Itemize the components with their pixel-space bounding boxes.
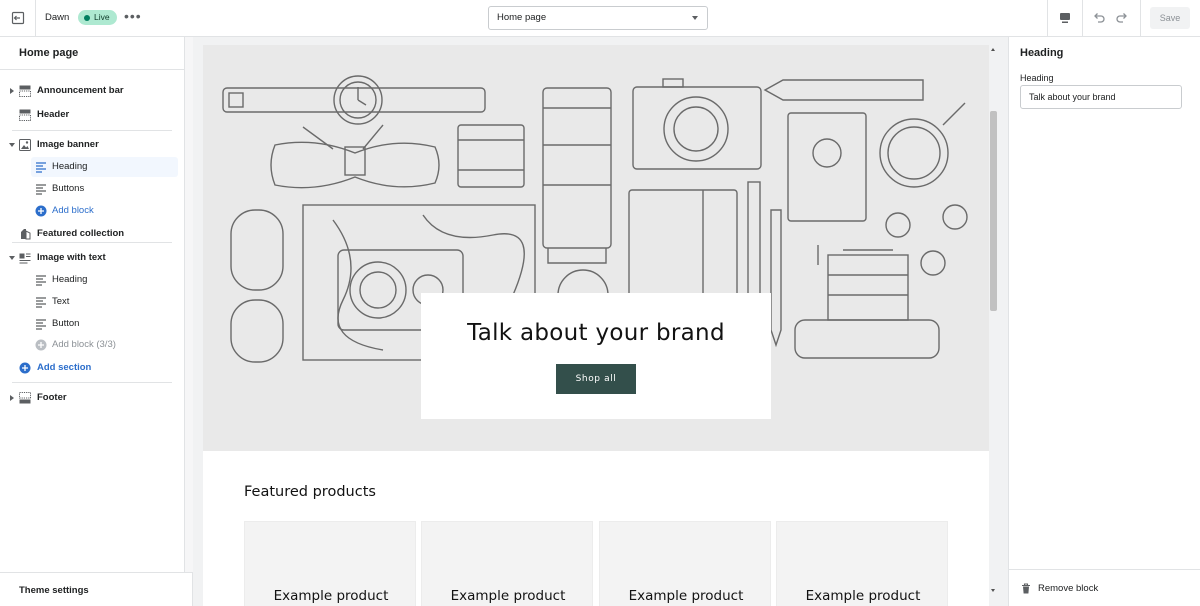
block-label: Text xyxy=(52,296,70,307)
block-label: Buttons xyxy=(52,183,85,194)
section-label: Header xyxy=(37,109,70,120)
sidebar-scrollbar[interactable] xyxy=(184,37,193,572)
text-lines-icon xyxy=(36,319,46,330)
section-image-with-text[interactable]: Image with text xyxy=(0,248,184,268)
product-card[interactable]: Example product xyxy=(599,521,771,606)
desktop-preview-button[interactable] xyxy=(1056,9,1074,27)
text-lines-icon xyxy=(36,162,46,173)
chevron-right-icon[interactable] xyxy=(10,395,14,401)
block-label: Heading xyxy=(52,274,88,285)
divider xyxy=(12,382,172,383)
plus-circle-icon xyxy=(19,362,31,374)
banner-heading[interactable]: Talk about your brand xyxy=(421,320,771,346)
add-block-button[interactable]: Add block xyxy=(0,201,184,221)
remove-block-button[interactable]: Remove block xyxy=(1009,569,1200,606)
product-title: Example product xyxy=(450,588,566,604)
exit-icon xyxy=(11,11,24,25)
block-iwt-button[interactable]: Button xyxy=(0,314,184,334)
undo-button[interactable] xyxy=(1090,9,1108,27)
exit-button[interactable] xyxy=(0,0,36,36)
image-banner[interactable]: Talk about your brand Shop all xyxy=(203,45,989,451)
block-label: Heading xyxy=(52,161,88,172)
divider xyxy=(1082,0,1083,36)
page-selector-value: Home page xyxy=(497,12,547,23)
add-block-button-disabled: Add block (3/3) xyxy=(0,335,184,355)
heading-field-label: Heading xyxy=(1020,73,1054,83)
redo-button[interactable] xyxy=(1113,9,1131,27)
section-featured-collection[interactable]: Featured collection xyxy=(0,224,184,244)
store-preview: Talk about your brand Shop all Featured … xyxy=(203,45,989,606)
section-announcement-bar[interactable]: Announcement bar xyxy=(0,81,184,101)
section-label: Image banner xyxy=(37,139,99,150)
redo-icon xyxy=(1116,13,1127,23)
block-settings-panel: Heading Heading Remove block xyxy=(1008,37,1200,606)
collection-icon xyxy=(21,229,31,240)
product-card[interactable]: Example product xyxy=(244,521,416,606)
divider xyxy=(1047,0,1048,36)
text-lines-icon xyxy=(36,297,46,308)
sections-sidebar: Home page Announcement bar Header Image … xyxy=(0,37,193,606)
chevron-down-icon xyxy=(692,16,698,20)
product-card[interactable]: Example product xyxy=(421,521,593,606)
block-label: Button xyxy=(52,318,80,329)
text-lines-icon xyxy=(36,275,46,286)
section-label: Image with text xyxy=(37,252,106,263)
text-lines-icon xyxy=(36,184,46,195)
section-image-banner[interactable]: Image banner xyxy=(0,135,184,155)
divider xyxy=(1140,0,1141,36)
save-button[interactable]: Save xyxy=(1150,7,1190,29)
live-badge: Live xyxy=(78,10,117,25)
page-selector[interactable]: Home page xyxy=(488,6,708,30)
editor-topbar: Dawn Live ••• Home page Save xyxy=(0,0,1200,37)
desktop-icon xyxy=(1060,13,1070,23)
section-label: Featured collection xyxy=(37,228,125,239)
heading-input[interactable] xyxy=(1020,85,1182,109)
preview-scrollbar[interactable] xyxy=(989,45,998,598)
add-section-button[interactable]: Add section xyxy=(0,358,184,378)
plus-circle-icon xyxy=(35,339,47,351)
chevron-down-icon[interactable] xyxy=(9,143,15,147)
featured-products-title: Featured products xyxy=(244,484,376,500)
more-horizontal-icon[interactable]: ••• xyxy=(124,8,142,24)
block-iwt-text[interactable]: Text xyxy=(0,292,184,312)
theme-settings-button[interactable]: Theme settings xyxy=(0,572,193,606)
shop-all-button[interactable]: Shop all xyxy=(556,364,636,394)
undo-icon xyxy=(1094,13,1105,23)
divider xyxy=(0,69,184,70)
banner-content-box: Talk about your brand Shop all xyxy=(421,293,771,419)
header-icon xyxy=(19,109,31,121)
footer-icon xyxy=(19,392,31,404)
section-header[interactable]: Header xyxy=(0,105,184,125)
section-label: Announcement bar xyxy=(37,85,124,96)
product-card[interactable]: Example product xyxy=(776,521,948,606)
panel-title: Heading xyxy=(1020,47,1064,59)
product-title: Example product xyxy=(273,588,389,604)
theme-settings-label: Theme settings xyxy=(19,585,89,596)
remove-block-label: Remove block xyxy=(1038,583,1099,594)
scroll-up-icon[interactable] xyxy=(991,48,995,51)
image-icon xyxy=(19,139,31,151)
block-banner-heading[interactable]: Heading xyxy=(31,157,178,177)
chevron-right-icon[interactable] xyxy=(10,88,14,94)
trash-icon xyxy=(1022,583,1030,594)
add-block-label: Add block xyxy=(52,205,94,216)
theme-name: Dawn xyxy=(45,12,70,23)
section-footer[interactable]: Footer xyxy=(0,388,184,408)
chevron-down-icon[interactable] xyxy=(9,256,15,260)
section-label: Footer xyxy=(37,392,67,403)
sidebar-title: Home page xyxy=(19,47,79,59)
product-title: Example product xyxy=(805,588,921,604)
add-section-label: Add section xyxy=(37,362,92,373)
announcement-bar-icon xyxy=(19,85,31,97)
block-iwt-heading[interactable]: Heading xyxy=(0,270,184,290)
add-block-label: Add block (3/3) xyxy=(52,339,116,350)
scrollbar-thumb[interactable] xyxy=(990,111,997,311)
divider xyxy=(12,130,172,131)
scroll-down-icon[interactable] xyxy=(991,589,995,592)
image-text-icon xyxy=(19,253,31,264)
block-banner-buttons[interactable]: Buttons xyxy=(0,179,184,199)
divider xyxy=(12,242,172,243)
product-title: Example product xyxy=(628,588,744,604)
plus-circle-icon xyxy=(35,205,47,217)
